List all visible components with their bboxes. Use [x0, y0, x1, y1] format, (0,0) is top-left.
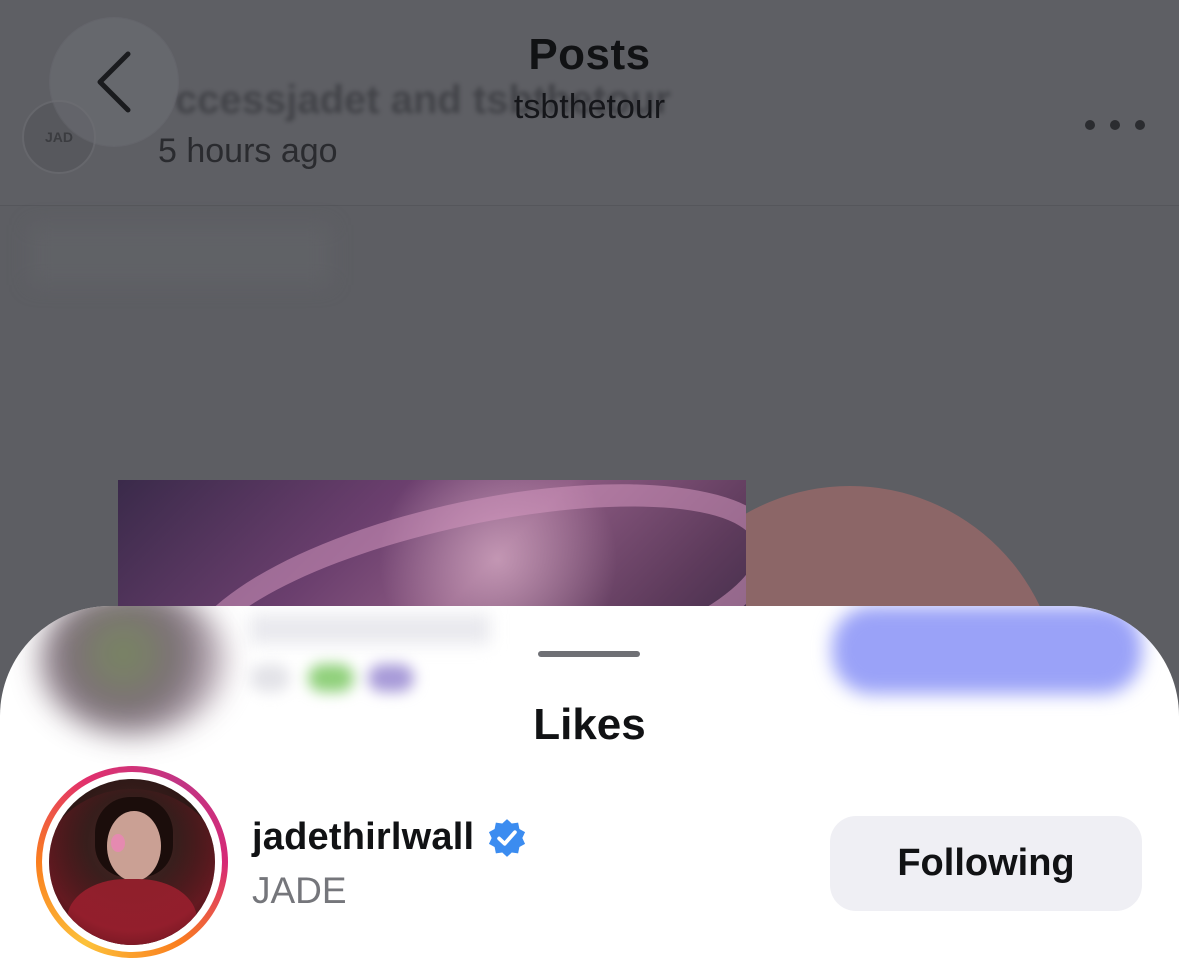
avatar-text: JAD: [44, 129, 73, 145]
blurred-follow-button: [832, 606, 1142, 694]
list-item[interactable]: jadethirlwall JADE Following: [0, 766, 1179, 969]
ellipsis-horizontal-icon: [1085, 120, 1095, 130]
verified-badge-icon: [489, 818, 526, 857]
chevron-left-icon: [97, 51, 131, 113]
blurred-username: [250, 614, 490, 644]
username[interactable]: jadethirlwall: [252, 816, 474, 859]
blurred-badges: [250, 664, 420, 694]
avatar[interactable]: [36, 766, 228, 958]
display-name: JADE: [252, 870, 347, 911]
profile-photo: [49, 779, 215, 945]
sheet-title: Likes: [533, 700, 646, 749]
back-button[interactable]: [50, 18, 178, 146]
post-timestamp: 5 hours ago: [158, 132, 338, 170]
sheet-grabber-handle[interactable]: [538, 651, 640, 657]
blurred-caption: [30, 225, 330, 285]
following-button[interactable]: Following: [830, 816, 1142, 911]
likes-sheet: Likes jadethirlwall JADE Following: [0, 606, 1179, 969]
more-options-button[interactable]: [1085, 108, 1145, 142]
username-line: jadethirlwall: [252, 816, 528, 859]
screen: JAD ccessjadet and tsbthetour 5 hours ag…: [0, 0, 1179, 969]
